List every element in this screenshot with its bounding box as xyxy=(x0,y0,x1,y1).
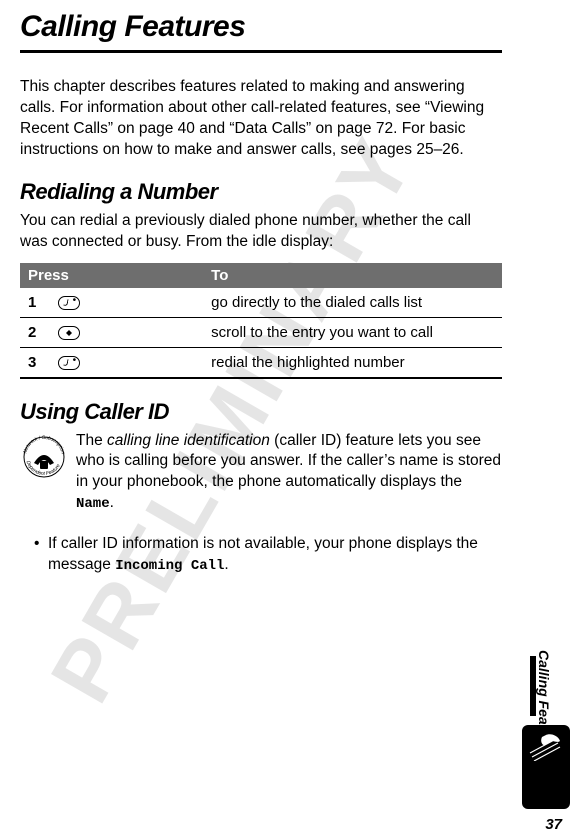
intro-paragraph: This chapter describes features related … xyxy=(20,77,502,161)
send-key-icon xyxy=(58,356,80,370)
scroll-key-icon xyxy=(58,326,80,340)
phone-thumb-icon xyxy=(522,725,570,809)
step-desc: redial the highlighted number xyxy=(203,347,502,378)
svg-text:Network / Subscription: Network / Subscription xyxy=(22,434,65,454)
chapter-title: Calling Features xyxy=(20,10,502,53)
step-number: 1 xyxy=(28,294,46,311)
bullet-item: If caller ID information is not availabl… xyxy=(34,534,502,576)
section-heading-caller-id: Using Caller ID xyxy=(20,399,502,425)
redial-body: You can redial a previously dialed phone… xyxy=(20,211,502,253)
step-number: 2 xyxy=(28,324,46,341)
table-row: 2 scroll to the entry you want to call xyxy=(20,317,502,347)
network-subscription-feature-icon: Network / Subscription Dependent Feature xyxy=(20,433,68,481)
caller-id-body: The calling line identification (caller … xyxy=(76,431,502,515)
steps-table: Press To 1 go directly to the dialed cal… xyxy=(20,263,502,379)
col-header-to: To xyxy=(203,263,502,288)
col-header-press: Press xyxy=(20,263,203,288)
page-number: 37 xyxy=(545,816,562,833)
step-desc: scroll to the entry you want to call xyxy=(203,317,502,347)
table-row: 3 redial the highlighted number xyxy=(20,347,502,378)
step-desc: go directly to the dialed calls list xyxy=(203,288,502,318)
section-heading-redial: Redialing a Number xyxy=(20,179,502,205)
step-number: 3 xyxy=(28,354,46,371)
send-key-icon xyxy=(58,296,80,310)
table-row: 1 go directly to the dialed calls list xyxy=(20,288,502,318)
